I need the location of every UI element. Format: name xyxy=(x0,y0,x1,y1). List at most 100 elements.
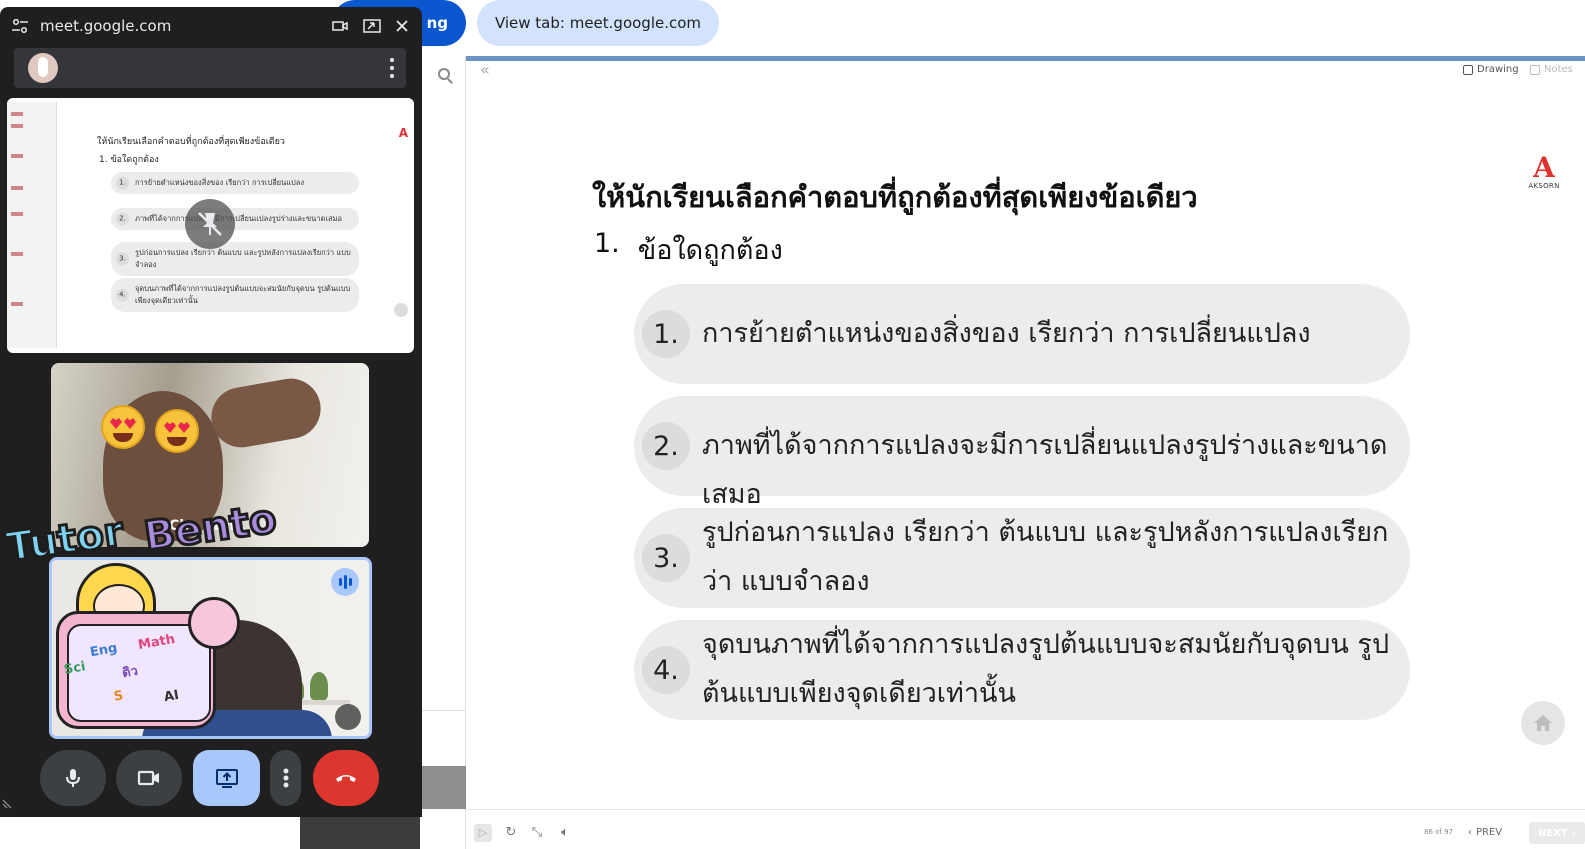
participant-name: Cho otim xyxy=(169,518,240,534)
home-button[interactable] xyxy=(1521,701,1565,745)
thumbnail-logo: A xyxy=(398,126,408,140)
thumbnail-option-text: การย้ายตำแหน่งของสิ่งของ เรียกว่า การเปล… xyxy=(135,178,305,187)
microphone-icon xyxy=(66,769,80,787)
play-icon[interactable]: ▷ xyxy=(474,824,492,842)
prev-label: PREV xyxy=(1476,826,1503,838)
option-text: จุดบนภาพที่ได้จากการแปลงรูปต้นแบบจะสมนัย… xyxy=(702,629,1390,709)
notes-icon xyxy=(1530,64,1540,75)
more-vert-icon[interactable] xyxy=(390,56,394,80)
back-to-tab-icon[interactable] xyxy=(363,18,381,34)
thumbnail-option-text: จุดบนภาพที่ได้จากการแปลงรูปต้นแบบจะสมนัย… xyxy=(135,284,351,305)
unpin-button[interactable] xyxy=(185,199,235,249)
option-text: รูปก่อนการแปลง เรียกว่า ต้นแบบ และรูปหลั… xyxy=(702,517,1389,597)
collapse-sidebar-icon[interactable]: « xyxy=(480,60,490,79)
thumbnail-option: 2. ภาพที่ได้จากการแปลงจะมีการเปลี่ยนแปลง… xyxy=(111,208,359,230)
site-settings-icon[interactable] xyxy=(12,19,28,33)
notes-tool-button[interactable]: Notes xyxy=(1530,64,1573,75)
pen-icon xyxy=(1463,64,1473,75)
view-tab-label: View tab: meet.google.com xyxy=(494,14,702,32)
search-icon[interactable] xyxy=(438,68,450,80)
sidebar-divider xyxy=(420,710,466,711)
plant-decoration xyxy=(310,672,328,700)
camera-toggle-icon[interactable] xyxy=(332,18,348,34)
logo-mark: A xyxy=(1533,151,1555,184)
option-text: การย้ายตำแหน่งของสิ่งของ เรียกว่า การเปล… xyxy=(702,318,1311,349)
thumbnail-option-number: 2. xyxy=(116,212,129,226)
next-label: NEXT xyxy=(1538,827,1568,839)
option-number: 1. xyxy=(642,310,690,358)
meet-pip-window: meet.google.com ให้นักเรียนเลือกคำตอบที่… xyxy=(0,7,422,817)
thumbnail-sidebar xyxy=(7,102,57,348)
participant-name: Kru xyxy=(62,712,88,727)
thumbnail-option: 1. การย้ายตำแหน่งของสิ่งของ เรียกว่า การ… xyxy=(111,172,359,194)
thumbnail-option-text: รูปก่อนการแปลง เรียกว่า ต้นแบบ และรูปหลั… xyxy=(135,248,351,269)
resize-handle-icon[interactable] xyxy=(2,797,14,809)
prev-button[interactable]: ‹ PREV xyxy=(1468,822,1502,842)
progress-line xyxy=(466,56,1585,61)
thumbnail-option-number: 1. xyxy=(116,176,129,190)
more-vert-icon xyxy=(283,768,288,788)
microphone-button[interactable] xyxy=(40,750,106,806)
fullscreen-exit-icon[interactable]: ⤡ xyxy=(528,824,546,842)
heart-eyes-emoji-icon xyxy=(155,409,199,453)
meeting-controls xyxy=(0,747,422,817)
leave-call-button[interactable] xyxy=(313,750,379,806)
presentation-viewer: « Drawing Notes A AKSORN ให้นักเรียนเลือ… xyxy=(466,56,1585,849)
call-end-icon xyxy=(336,775,356,782)
question-text: ข้อใดถูกต้อง xyxy=(637,235,783,266)
drawing-label: Drawing xyxy=(1477,64,1519,75)
more-options-button[interactable] xyxy=(270,750,301,806)
present-to-all-icon xyxy=(215,769,238,788)
option-number: 3. xyxy=(642,534,690,582)
aksorn-logo: A AKSORN xyxy=(1524,154,1564,194)
thumbnail-option-number: 4. xyxy=(116,288,129,302)
presentation-controls: ▷ ↻ ⤡ 🔈︎ 86 of 97 ‹ PREV NEXT › xyxy=(466,809,1585,849)
pip-url: meet.google.com xyxy=(40,17,172,35)
stop-sharing-label: ng xyxy=(426,14,448,32)
answer-option-1[interactable]: 1. การย้ายตำแหน่งของสิ่งของ เรียกว่า การ… xyxy=(634,284,1410,384)
view-tab-button[interactable]: View tab: meet.google.com xyxy=(477,0,719,46)
pip-titlebar[interactable]: meet.google.com xyxy=(0,7,422,45)
option-number: 4. xyxy=(642,646,690,694)
thumbnail-option: 4. จุดบนภาพที่ได้จากการแปลงรูปต้นแบบจะสม… xyxy=(111,278,359,312)
thumbnail-title: ให้นักเรียนเลือกคำตอบที่ถูกต้องที่สุดเพี… xyxy=(97,137,285,147)
home-icon xyxy=(1534,715,1552,731)
close-icon[interactable] xyxy=(394,18,410,34)
sidebar-selected-slide[interactable] xyxy=(420,766,466,809)
chevron-left-icon: ‹ xyxy=(1468,826,1472,838)
chevron-right-icon: › xyxy=(1571,827,1576,839)
next-button[interactable]: NEXT › xyxy=(1529,822,1585,844)
page-indicator: 86 of 97 xyxy=(1424,828,1454,836)
slide-title: ให้นักเรียนเลือกคำตอบที่ถูกต้องที่สุดเพี… xyxy=(592,180,1198,214)
answer-option-3[interactable]: 3. รูปก่อนการแปลง เรียกว่า ต้นแบบ และรูป… xyxy=(634,508,1410,608)
volume-icon[interactable]: 🔈︎ xyxy=(556,824,574,842)
thumbnail-subtitle: 1. ข้อใดถูกต้อง xyxy=(99,155,159,165)
camera-button[interactable] xyxy=(116,750,182,806)
drawing-tool-button[interactable]: Drawing xyxy=(1463,64,1519,75)
avatar xyxy=(28,53,58,83)
thumbnail-home-icon xyxy=(394,303,408,317)
expand-tile-icon[interactable] xyxy=(335,704,361,730)
taskbar-fragment xyxy=(300,816,420,849)
thumbnail-option-text: ภาพที่ได้จากการแปลงจะมีการเปลี่ยนแปลงรูป… xyxy=(135,214,342,223)
present-screen-button[interactable] xyxy=(193,750,260,806)
option-number: 2. xyxy=(642,422,690,470)
self-view-bar xyxy=(14,48,406,88)
question-heading: 1. ข้อใดถูกต้อง xyxy=(594,228,783,271)
unpin-icon xyxy=(198,212,222,236)
speaking-indicator-icon xyxy=(331,568,359,596)
active-speaker-tile[interactable]: Kru xyxy=(49,557,372,739)
answer-option-4[interactable]: 4. จุดบนภาพที่ได้จากการแปลงรูปต้นแบบจะสม… xyxy=(634,620,1410,720)
thumbnail-option-number: 3. xyxy=(116,252,129,266)
notes-label: Notes xyxy=(1544,64,1573,75)
refresh-icon[interactable]: ↻ xyxy=(502,824,520,842)
option-text: ภาพที่ได้จากการแปลงจะมีการเปลี่ยนแปลงรูป… xyxy=(702,430,1388,510)
presentation-thumbnail[interactable]: ให้นักเรียนเลือกคำตอบที่ถูกต้องที่สุดเพี… xyxy=(7,98,414,353)
thumbnail-option: 3. รูปก่อนการแปลง เรียกว่า ต้นแบบ และรูป… xyxy=(111,242,359,276)
logo-text: AKSORN xyxy=(1528,182,1560,190)
videocam-icon xyxy=(137,770,159,786)
participant-tile[interactable]: Cho otim xyxy=(51,363,369,547)
heart-eyes-emoji-icon xyxy=(101,405,145,449)
answer-option-2[interactable]: 2. ภาพที่ได้จากการแปลงจะมีการเปลี่ยนแปลง… xyxy=(634,396,1410,510)
question-number: 1. xyxy=(594,228,620,259)
